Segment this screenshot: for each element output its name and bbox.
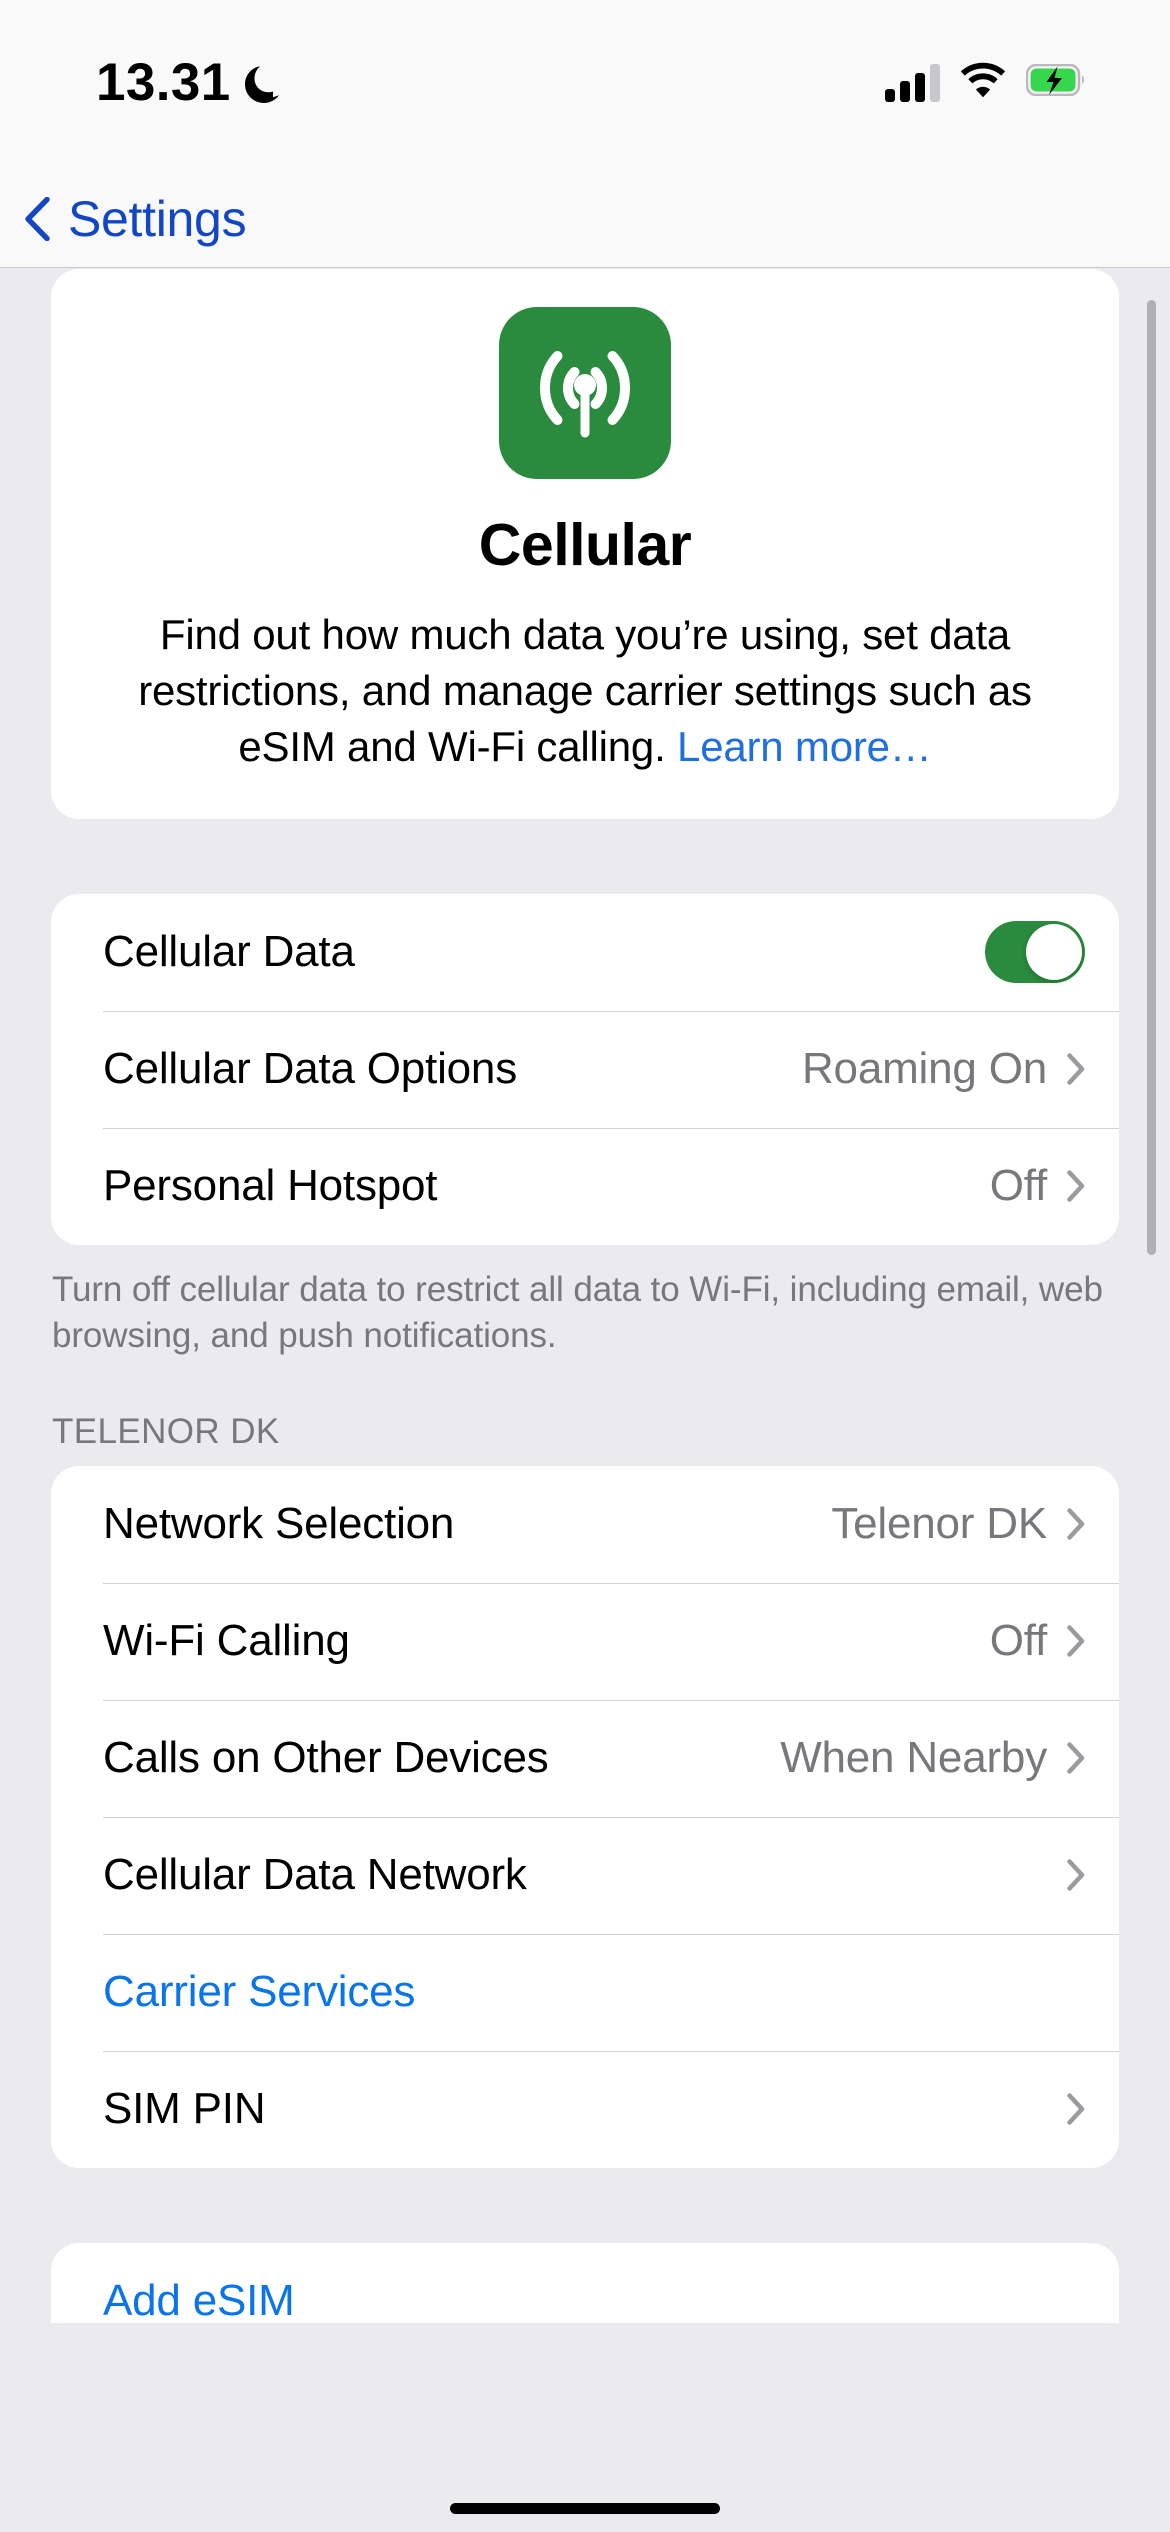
row-accessory: Roaming On [802,1044,1085,1094]
chevron-right-icon [1067,1625,1085,1657]
row-wifi-calling[interactable]: Wi‑Fi Calling Off [51,1582,1119,1700]
row-add-esim[interactable]: Add eSIM [51,2243,1119,2323]
row-accessory: Telenor DK [831,1499,1085,1549]
home-indicator [450,2503,720,2514]
chevron-right-icon [1067,1508,1085,1540]
battery-charging-icon [1025,63,1086,101]
row-cellular-data[interactable]: Cellular Data [51,894,1119,1011]
row-label: Cellular Data [103,927,355,977]
chevron-left-icon [24,196,50,241]
chevron-right-icon [1067,2093,1085,2125]
row-label: Calls on Other Devices [103,1733,549,1783]
row-network-selection[interactable]: Network Selection Telenor DK [51,1466,1119,1583]
chevron-right-icon [1067,1170,1085,1202]
toggle-knob [1026,924,1082,981]
settings-scroll-view[interactable]: Cellular Find out how much data you’re u… [0,269,1170,2532]
status-bar: 13.31 [0,0,1170,170]
status-bar-clock: 13.31 [96,53,231,112]
navigation-bar: Settings [0,170,1170,268]
cellular-data-group: Cellular Data Cellular Data Options Roam… [51,893,1119,1245]
row-accessory: Off [990,1616,1085,1666]
row-label: Personal Hotspot [103,1161,438,1211]
cellular-data-footer: Turn off cellular data to restrict all d… [52,1269,1103,1356]
chevron-right-icon [1067,1053,1085,1085]
row-cellular-data-options[interactable]: Cellular Data Options Roaming On [51,1010,1119,1128]
row-carrier-services[interactable]: Carrier Services [51,1933,1119,2051]
cellular-signal-icon [885,63,940,102]
row-label: Carrier Services [103,1967,416,2017]
vertical-scrollbar[interactable] [1147,300,1156,1255]
row-label: Add eSIM [103,2276,295,2323]
page-title: Cellular [478,512,692,578]
esim-group: Add eSIM [51,2242,1119,2323]
row-accessory: When Nearby [780,1733,1085,1783]
wifi-icon [960,62,1006,103]
row-accessory: Off [990,1161,1085,1211]
learn-more-link[interactable]: Learn more… [677,723,932,770]
row-calls-on-other-devices[interactable]: Calls on Other Devices When Nearby [51,1699,1119,1817]
row-personal-hotspot[interactable]: Personal Hotspot Off [51,1127,1119,1245]
row-label: Cellular Data Options [103,1044,517,1094]
status-bar-left: 13.31 [96,56,279,109]
cellular-app-icon [499,307,671,479]
carrier-section-header: TELENOR DK [52,1411,280,1451]
hero-description: Find out how much data you’re using, set… [91,607,1079,775]
cellular-data-toggle[interactable] [985,921,1085,984]
chevron-right-icon [1067,1859,1085,1891]
back-button[interactable]: Settings [24,190,247,247]
cellular-hero-card: Cellular Find out how much data you’re u… [51,269,1119,819]
row-value: Telenor DK [831,1499,1047,1549]
row-label: SIM PIN [103,2084,266,2134]
row-label: Wi‑Fi Calling [103,1616,350,1666]
row-label: Network Selection [103,1499,455,1549]
row-accessory [1067,1859,1085,1891]
row-value: When Nearby [780,1733,1047,1783]
row-cellular-data-network[interactable]: Cellular Data Network [51,1816,1119,1934]
row-label: Cellular Data Network [103,1850,527,1900]
carrier-group: Network Selection Telenor DK Wi‑Fi Calli… [51,1465,1119,2168]
row-value: Off [989,1161,1047,1211]
row-value: Off [989,1616,1047,1666]
iphone-screen: 13.31 Settings Cellular Find out how muc… [0,0,1170,2532]
row-accessory [1067,2093,1085,2125]
moon-icon [243,63,279,103]
chevron-right-icon [1067,1742,1085,1774]
row-value: Roaming On [801,1044,1047,1094]
row-sim-pin[interactable]: SIM PIN [51,2050,1119,2168]
back-button-label: Settings [68,190,247,247]
status-bar-right [885,56,1086,103]
